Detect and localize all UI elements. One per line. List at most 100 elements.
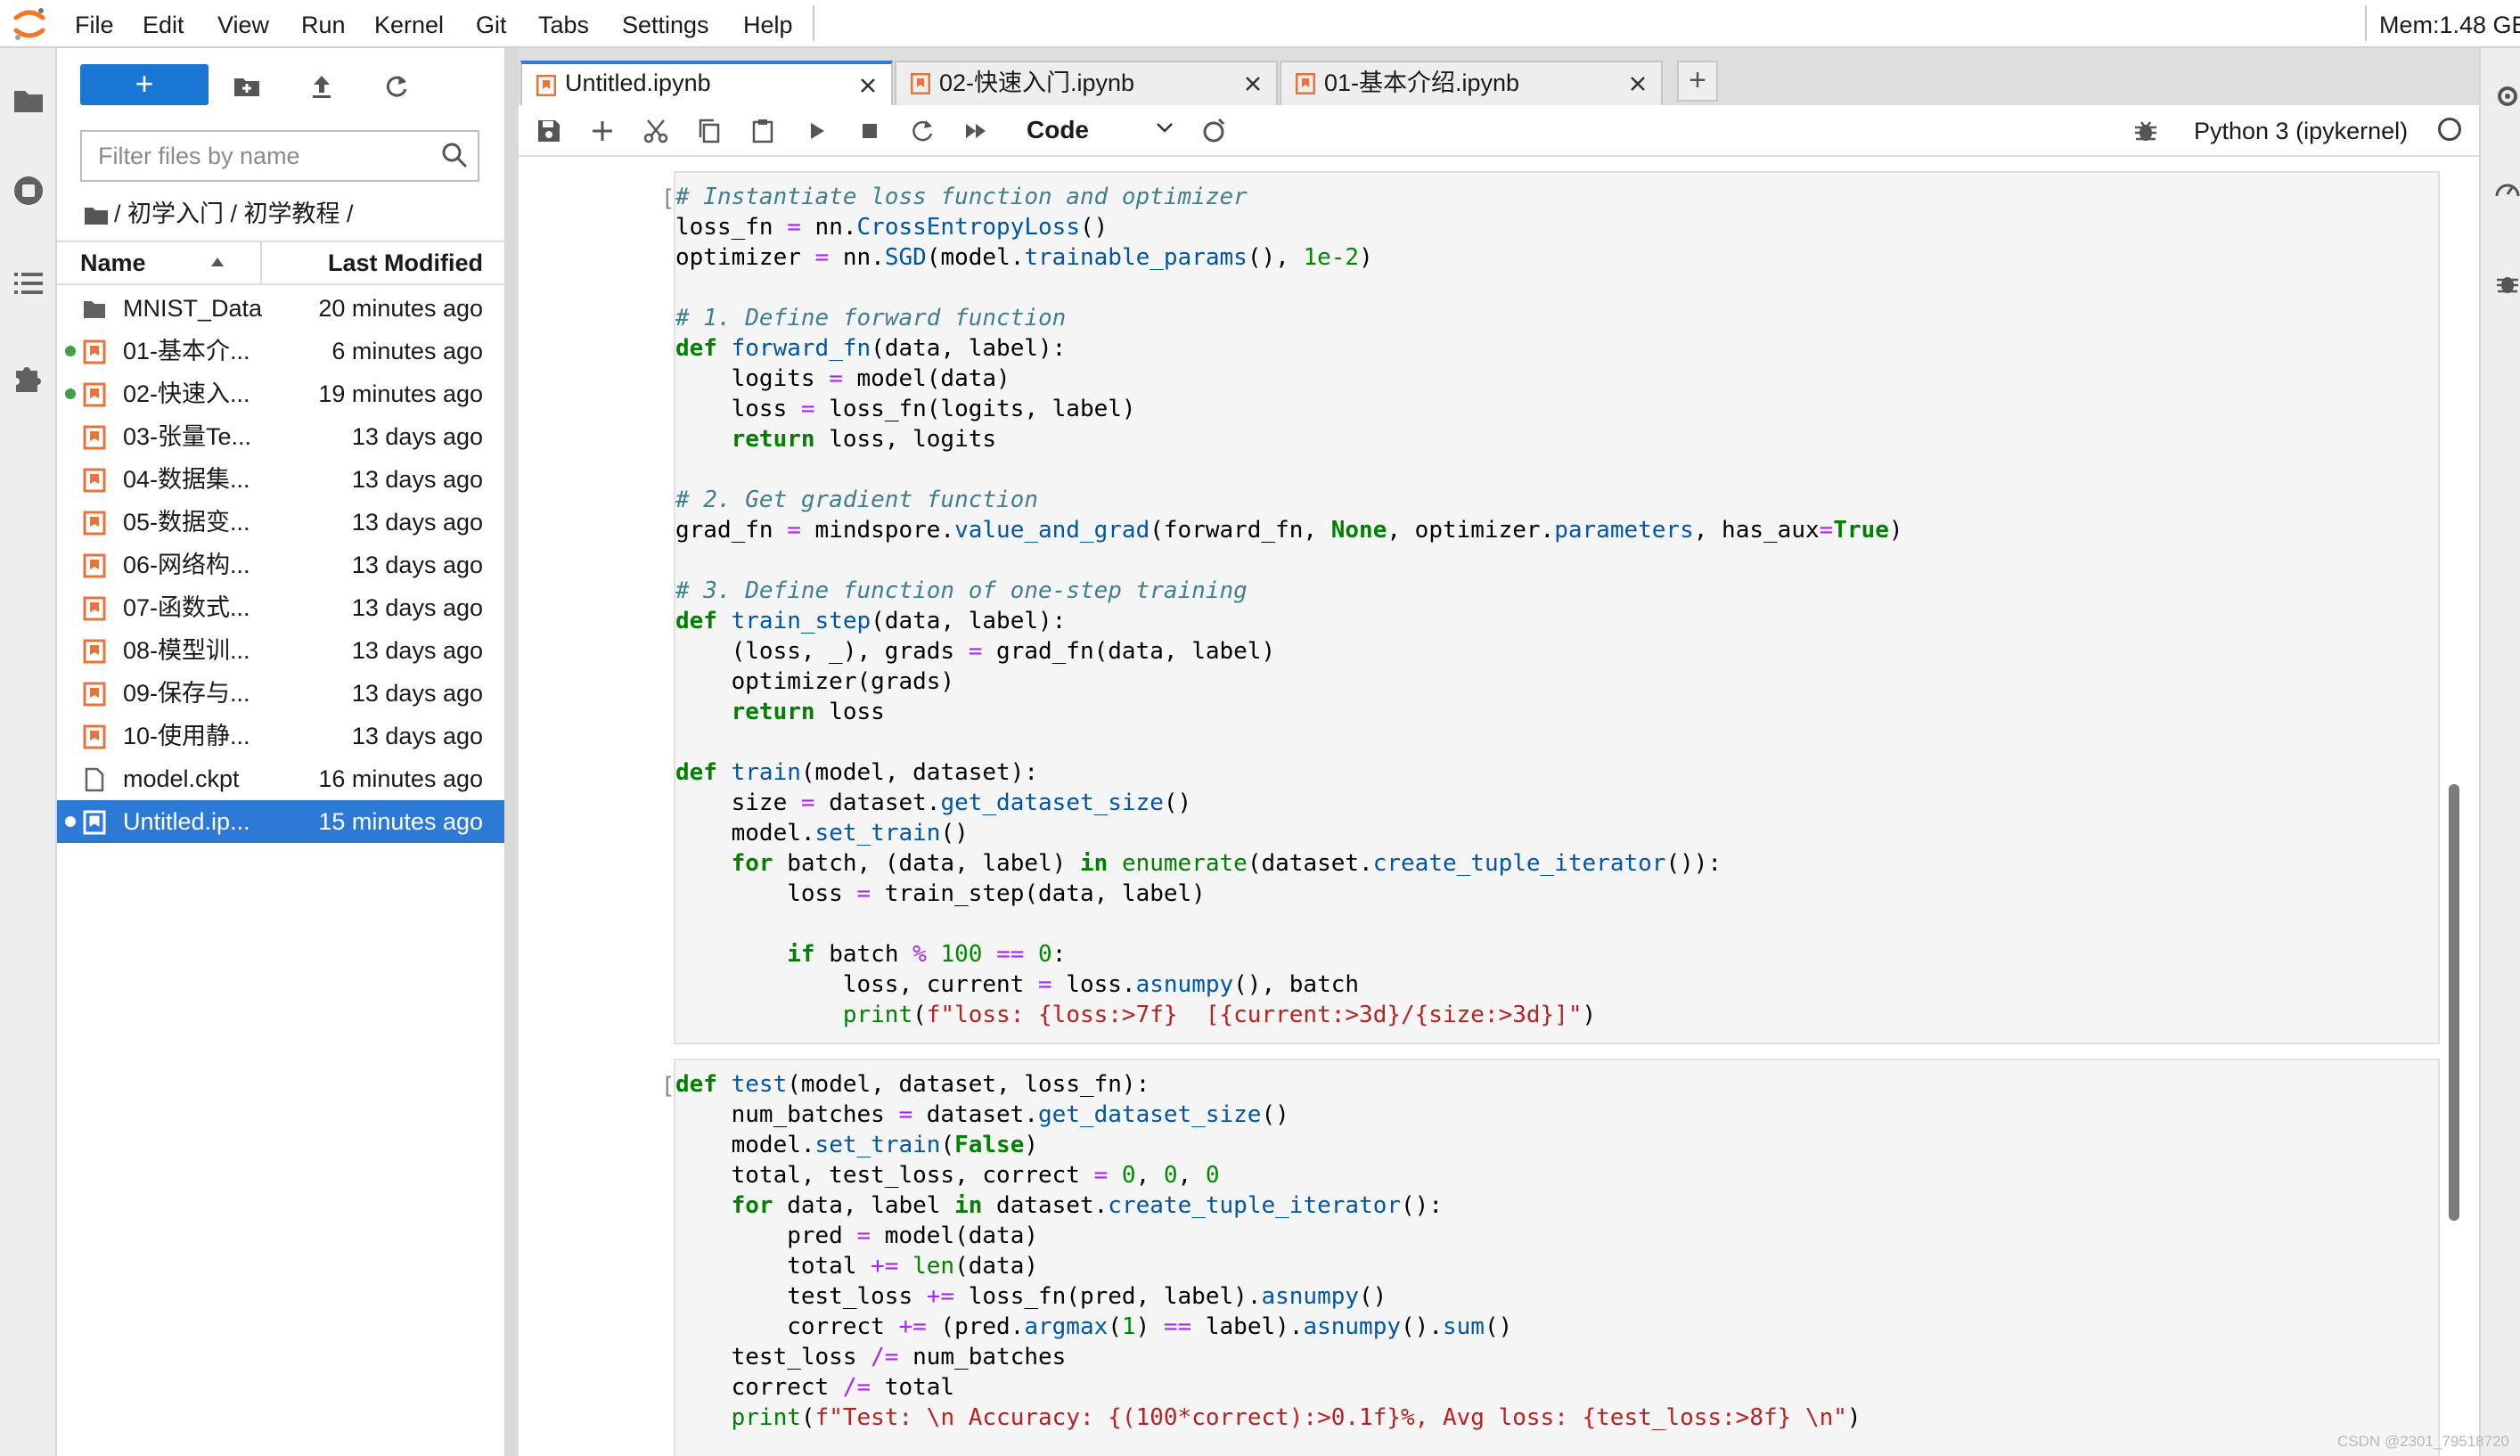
cut-icon[interactable]: [642, 117, 670, 145]
save-icon[interactable]: [535, 117, 563, 145]
column-header-last-modified[interactable]: Last Modified: [328, 242, 483, 283]
file-name: 10-使用静...: [123, 723, 250, 749]
file-list-item[interactable]: 05-数据变... 13 days ago: [57, 501, 504, 544]
new-folder-icon[interactable]: [232, 71, 262, 102]
notebook-icon: [83, 511, 106, 536]
breadcrumb[interactable]: / 初学入门 / 初学教程 /: [84, 196, 354, 232]
cell-code[interactable]: # Instantiate loss function and optimize…: [675, 182, 2438, 1030]
close-icon[interactable]: [1242, 73, 1264, 94]
notebook-icon: [83, 682, 106, 707]
column-header-name[interactable]: Name: [80, 242, 146, 283]
watermark: CSDN @2301_79518720: [2336, 1433, 2509, 1450]
tab-untitled-ipynb[interactable]: Untitled.ipynb: [520, 61, 893, 107]
close-icon[interactable]: [1627, 73, 1649, 94]
file-browser-panel: + / 初学入门 / 初学教程 / Name Last Modified MNI…: [57, 48, 504, 1456]
fast-forward-icon[interactable]: [962, 117, 991, 145]
menu-settings[interactable]: Settings: [622, 0, 709, 48]
sort-ascending-icon[interactable]: [210, 257, 225, 267]
cell-editor[interactable]: # Instantiate loss function and optimize…: [674, 171, 2440, 1044]
cell-editor[interactable]: def test(model, dataset, loss_fn): num_b…: [674, 1059, 2440, 1456]
property-inspector-icon[interactable]: [2493, 78, 2520, 114]
menu-divider: [2365, 5, 2367, 41]
kernel-name[interactable]: Python 3 (ipykernel): [2194, 105, 2408, 157]
notebook-icon: [83, 468, 106, 493]
menu-view[interactable]: View: [217, 0, 269, 48]
refresh-icon[interactable]: [381, 71, 412, 102]
menu-help[interactable]: Help: [743, 0, 793, 48]
panel-splitter[interactable]: [504, 48, 519, 1456]
file-name: 01-基本介...: [123, 338, 250, 364]
menu-bar: File Edit View Run Kernel Git Tabs Setti…: [0, 0, 2520, 48]
file-list-item[interactable]: model.ckpt 16 minutes ago: [57, 757, 504, 800]
chevron-down-icon[interactable]: [1153, 116, 1176, 139]
file-list-item[interactable]: 07-函数式... 13 days ago: [57, 586, 504, 629]
jupyter-logo-icon: [13, 8, 45, 40]
file-list-item[interactable]: MNIST_Data 20 minutes ago: [57, 287, 504, 330]
file-name: 07-函数式...: [123, 594, 250, 621]
add-tab-button[interactable]: +: [1677, 61, 1718, 102]
stop-icon[interactable]: [855, 117, 884, 145]
code-cell[interactable]: [11]: def test(model, dataset, loss_fn):…: [519, 1044, 2454, 1456]
file-list-item[interactable]: 08-模型训... 13 days ago: [57, 629, 504, 672]
notebook-icon: [83, 596, 106, 621]
right-sidebar: [2479, 48, 2520, 1456]
file-list-item[interactable]: 01-基本介... 6 minutes ago: [57, 330, 504, 372]
file-list-item[interactable]: 10-使用静... 13 days ago: [57, 715, 504, 757]
debugger-icon[interactable]: [2131, 117, 2160, 145]
notebook-icon: [1296, 73, 1315, 94]
menu-kernel[interactable]: Kernel: [374, 0, 444, 48]
menu-file[interactable]: File: [75, 0, 114, 48]
menu-run[interactable]: Run: [301, 0, 346, 48]
copy-icon[interactable]: [695, 117, 724, 145]
folder-icon[interactable]: [9, 80, 48, 119]
menu-git[interactable]: Git: [476, 0, 507, 48]
breadcrumb-path[interactable]: / 初学入门 / 初学教程 /: [114, 200, 354, 227]
upload-icon[interactable]: [307, 71, 337, 102]
file-list-item[interactable]: Untitled.ip... 15 minutes ago: [57, 800, 504, 843]
new-launcher-button[interactable]: +: [80, 64, 209, 105]
add-cell-icon[interactable]: [588, 117, 617, 145]
folder-icon[interactable]: [84, 205, 109, 226]
code-cell[interactable]: [10]: # Instantiate loss function and op…: [519, 157, 2454, 1044]
resource-usage-icon[interactable]: [2493, 173, 2520, 209]
file-list-item[interactable]: 03-张量Te... 13 days ago: [57, 415, 504, 458]
file-last-modified: 13 days ago: [351, 680, 483, 707]
paste-icon[interactable]: [749, 117, 777, 145]
restart-icon[interactable]: [909, 117, 937, 145]
folder-icon: [84, 301, 105, 318]
file-last-modified: 13 days ago: [351, 723, 483, 749]
close-icon[interactable]: [857, 75, 879, 96]
notebook-icon: [83, 425, 106, 450]
tab-01-ipynb[interactable]: 01-基本介绍.ipynb: [1280, 61, 1663, 105]
file-list-item[interactable]: 04-数据集... 13 days ago: [57, 458, 504, 501]
file-last-modified: 13 days ago: [351, 423, 483, 450]
file-list-item[interactable]: 02-快速入... 19 minutes ago: [57, 372, 504, 415]
file-last-modified: 6 minutes ago: [331, 338, 483, 364]
menu-tabs[interactable]: Tabs: [538, 0, 589, 48]
file-list-item[interactable]: 09-保存与... 13 days ago: [57, 672, 504, 715]
notebook-icon: [83, 339, 106, 364]
table-of-contents-icon[interactable]: [9, 264, 48, 303]
left-activity-bar: [0, 48, 57, 1456]
notebook-scrollbar[interactable]: [2449, 784, 2459, 1221]
column-divider[interactable]: [260, 242, 262, 283]
run-icon[interactable]: [802, 117, 830, 145]
file-name: model.ckpt: [123, 765, 240, 792]
git-diff-icon[interactable]: [1199, 117, 1228, 145]
notebook-icon: [911, 73, 930, 94]
notebook-icon: [83, 724, 106, 749]
file-list-item[interactable]: 06-网络构... 13 days ago: [57, 544, 504, 586]
file-filter-input[interactable]: [80, 130, 479, 182]
debugger-icon[interactable]: [2493, 266, 2520, 301]
file-list-header: Name Last Modified: [57, 241, 504, 285]
tab-02-ipynb[interactable]: 02-快速入门.ipynb: [895, 61, 1278, 105]
menu-edit[interactable]: Edit: [143, 0, 184, 48]
file-name: MNIST_Data: [123, 295, 263, 322]
file-name: Untitled.ip...: [123, 808, 250, 835]
file-last-modified: 13 days ago: [351, 552, 483, 578]
running-sessions-icon[interactable]: [9, 171, 48, 210]
tab-label: 01-基本介绍.ipynb: [1324, 70, 1520, 96]
cell-code[interactable]: def test(model, dataset, loss_fn): num_b…: [675, 1069, 2438, 1433]
extension-manager-icon[interactable]: [9, 358, 48, 397]
file-last-modified: 13 days ago: [351, 594, 483, 621]
